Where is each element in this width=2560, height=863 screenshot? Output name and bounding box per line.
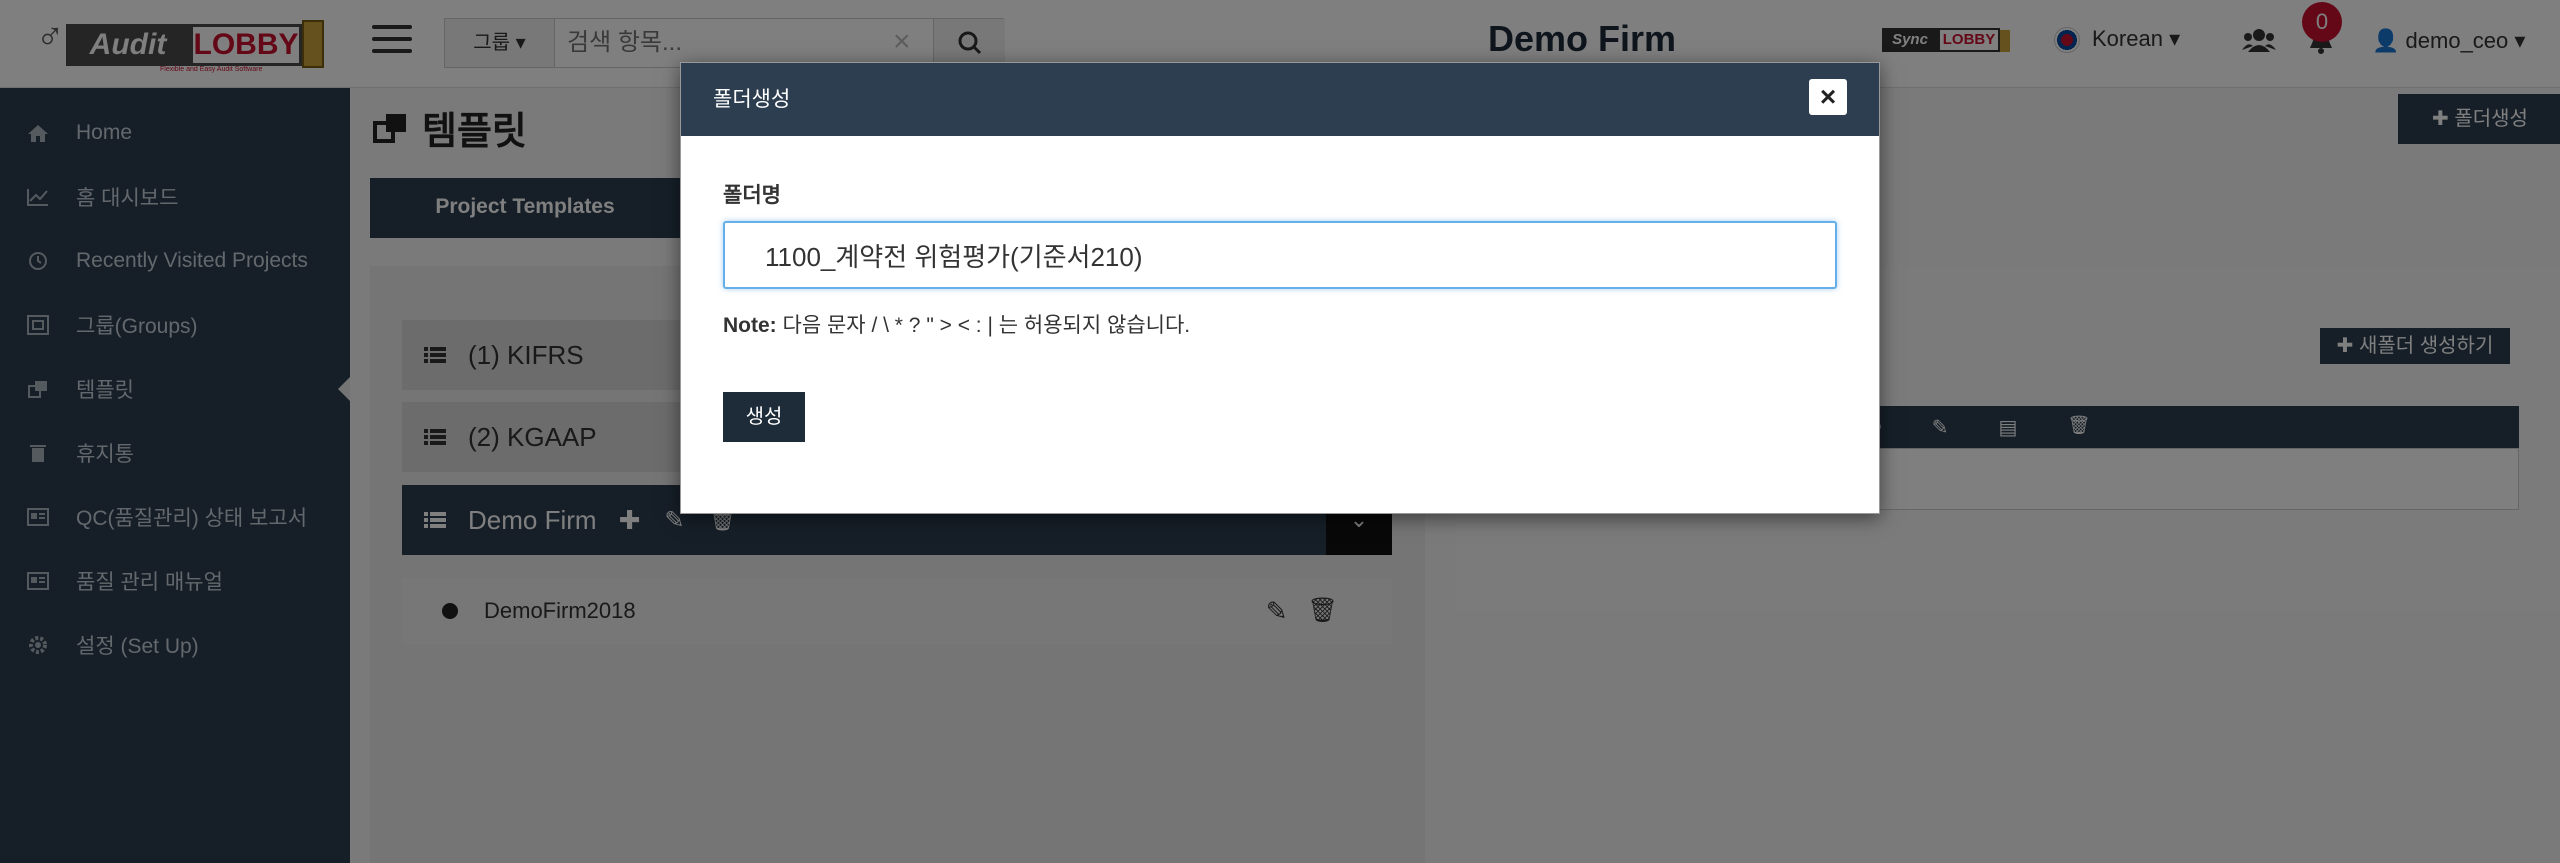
create-button[interactable]: 생성 bbox=[723, 392, 805, 442]
close-icon[interactable]: × bbox=[1809, 79, 1847, 115]
folder-name-label: 폴더명 bbox=[723, 184, 781, 207]
dialog-title: 폴더생성 bbox=[713, 88, 791, 111]
note-label: Note: bbox=[723, 314, 777, 337]
folder-name-input[interactable] bbox=[723, 221, 1837, 289]
dialog-header: 폴더생성 × bbox=[681, 63, 1879, 136]
note-text: Note: 다음 문자 / \ * ? " > < : | 는 허용되지 않습니… bbox=[723, 309, 1190, 339]
create-folder-dialog: 폴더생성 × 폴더명 Note: 다음 문자 / \ * ? " > < : |… bbox=[680, 62, 1880, 514]
note-body: 다음 문자 / \ * ? " > < : | 는 허용되지 않습니다. bbox=[776, 314, 1191, 337]
